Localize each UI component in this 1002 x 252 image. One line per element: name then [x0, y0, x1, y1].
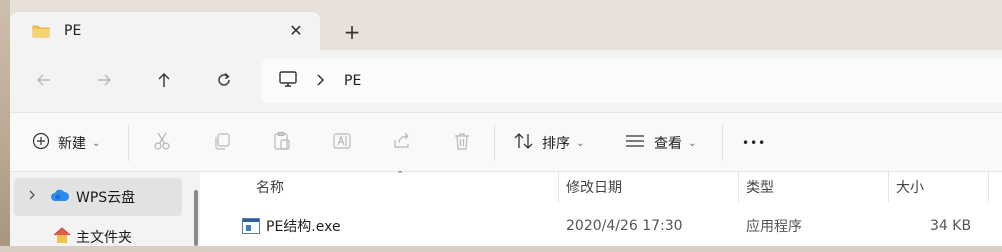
column-header-row: ⌃ 名称 修改日期 类型 大小: [200, 170, 1002, 202]
arrow-right-icon: [95, 71, 113, 93]
view-label: 查看: [654, 136, 682, 152]
chevron-down-icon: ⌄: [92, 137, 101, 149]
sort-arrows-icon: [514, 132, 534, 154]
file-name: PE结构.exe: [266, 219, 341, 235]
plus-circle-icon: [32, 132, 50, 154]
sidebar-scrollbar[interactable]: [192, 172, 200, 246]
column-header-name[interactable]: 名称: [256, 172, 284, 202]
trash-icon: [452, 131, 472, 155]
column-header-size[interactable]: 大小: [896, 172, 924, 202]
cloud-icon: [50, 188, 70, 206]
sidebar-item-wps-cloud[interactable]: WPS云盘: [14, 178, 182, 216]
chevron-right-icon[interactable]: [28, 189, 36, 205]
sort-label: 排序: [542, 136, 570, 152]
sort-button[interactable]: 排序 ⌄: [514, 113, 584, 173]
new-tab-button[interactable]: +: [338, 18, 366, 46]
paste-button[interactable]: [272, 113, 292, 173]
home-icon: [52, 227, 72, 247]
chevron-down-icon: ⌄: [576, 137, 585, 149]
rename-icon: [332, 131, 352, 155]
column-divider[interactable]: [738, 172, 739, 202]
column-header-modified[interactable]: 修改日期: [566, 172, 622, 202]
view-button[interactable]: 查看 ⌄: [624, 113, 696, 173]
divider: [128, 125, 129, 161]
file-name-cell: PE结构.exe: [242, 210, 341, 242]
scrollbar-thumb[interactable]: [194, 190, 198, 246]
sidebar-item-label: WPS云盘: [76, 190, 136, 206]
chevron-down-icon: ⌄: [688, 137, 697, 149]
chevron-right-icon[interactable]: [316, 72, 326, 91]
more-options-button[interactable]: •••: [742, 113, 766, 173]
file-list: ⌃ 名称 修改日期 类型 大小 PE结构.exe 2020/4/26 17:30…: [200, 170, 1002, 246]
navigation-pane: WPS云盘 主文件夹: [10, 172, 192, 246]
computer-icon: [278, 70, 298, 92]
folder-icon: [32, 24, 50, 38]
refresh-icon: [215, 71, 233, 93]
copy-icon: [212, 131, 232, 155]
column-divider[interactable]: [558, 172, 559, 202]
rename-button[interactable]: [332, 113, 352, 173]
new-label: 新建: [58, 136, 86, 152]
delete-button[interactable]: [452, 113, 472, 173]
up-button[interactable]: [148, 66, 180, 98]
refresh-button[interactable]: [208, 66, 240, 98]
file-size: 34 KB: [930, 218, 972, 234]
address-bar[interactable]: PE: [262, 59, 1002, 103]
desktop-wallpaper: [0, 0, 10, 246]
arrow-up-icon: [155, 71, 173, 93]
column-divider[interactable]: [988, 172, 989, 202]
column-divider[interactable]: [888, 172, 889, 202]
tab-pe[interactable]: PE ✕: [10, 12, 320, 50]
copy-button[interactable]: [212, 113, 232, 173]
cut-button[interactable]: [152, 113, 172, 173]
file-explorer-window: PE ✕ + PE 新建 ⌄ 排序 ⌄ 查看 ⌄ ••• WPS云盘 主文件夹 …: [10, 0, 1002, 246]
share-button[interactable]: [392, 113, 412, 173]
back-button[interactable]: [28, 66, 60, 98]
divider: [494, 125, 495, 161]
file-type: 应用程序: [746, 219, 802, 235]
file-modified: 2020/4/26 17:30: [566, 218, 683, 234]
divider: [722, 125, 723, 161]
clipboard-icon: [272, 131, 292, 155]
navigation-bar: PE: [10, 50, 1002, 112]
breadcrumb-pe[interactable]: PE: [344, 73, 361, 89]
tab-title: PE: [64, 23, 82, 39]
scissors-icon: [152, 131, 172, 155]
sidebar-item-home[interactable]: 主文件夹: [14, 222, 182, 252]
column-header-type[interactable]: 类型: [746, 172, 774, 202]
new-button[interactable]: 新建 ⌄: [32, 113, 100, 173]
application-icon: [242, 218, 260, 234]
arrow-left-icon: [35, 71, 53, 93]
sidebar-item-label: 主文件夹: [76, 230, 132, 246]
view-list-icon: [624, 133, 646, 153]
forward-button[interactable]: [88, 66, 120, 98]
command-bar: 新建 ⌄ 排序 ⌄ 查看 ⌄ •••: [10, 112, 1002, 172]
sort-indicator-icon: ⌃: [396, 170, 405, 181]
close-tab-icon[interactable]: ✕: [286, 20, 306, 40]
tab-strip: PE ✕ +: [10, 0, 1002, 50]
share-icon: [392, 131, 412, 155]
file-row[interactable]: PE结构.exe 2020/4/26 17:30 应用程序 34 KB: [230, 210, 1002, 242]
